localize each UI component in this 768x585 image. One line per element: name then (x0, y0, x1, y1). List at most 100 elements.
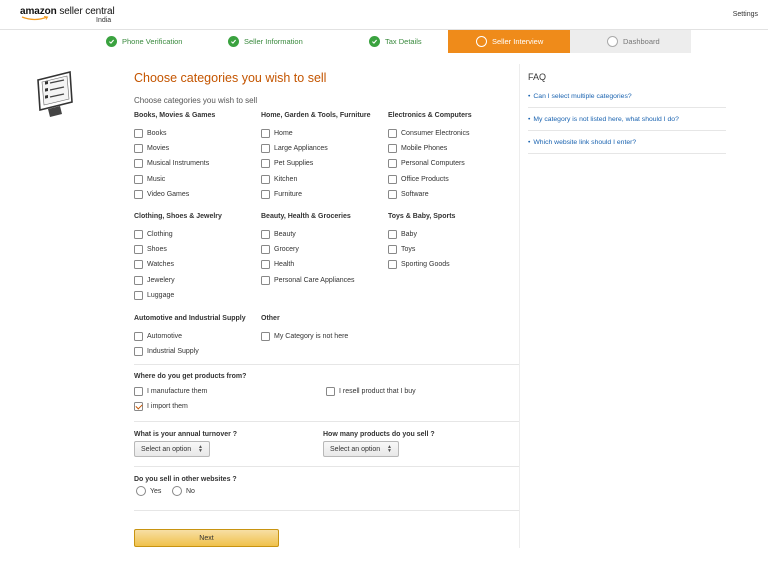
checkbox[interactable] (134, 174, 143, 184)
products-count-select[interactable]: Select an option ▲ ▼ (323, 441, 399, 457)
checkbox[interactable] (134, 275, 143, 285)
category-checkbox-consumer-electronics[interactable]: Consumer Electronics (388, 126, 472, 141)
group-title: Home, Garden & Tools, Furniture (261, 112, 371, 119)
group-title: Toys & Baby, Sports (388, 213, 456, 220)
checkbox[interactable] (388, 189, 397, 199)
step-seller-information[interactable]: Seller Information (208, 30, 341, 53)
faq-item-category-not-listed[interactable]: • My category is not listed here, what sh… (528, 108, 726, 131)
category-group-automotive-industrial: Automotive and Industrial Supply Automot… (134, 315, 246, 359)
group-title: Clothing, Shoes & Jewelry (134, 213, 222, 220)
category-checkbox-jewelery[interactable]: Jewelery (134, 273, 222, 288)
category-checkbox-music[interactable]: Music (134, 172, 215, 187)
checkbox[interactable] (326, 387, 335, 397)
checkbox[interactable] (261, 144, 270, 154)
category-checkbox-my-category-not-here[interactable]: My Category is not here (261, 329, 348, 344)
amazon-seller-central-logo[interactable]: amazon seller central India (20, 6, 115, 24)
current-step-circle-icon (476, 36, 487, 47)
checkbox[interactable] (388, 174, 397, 184)
turnover-select[interactable]: Select an option ▲ ▼ (134, 441, 210, 457)
category-checkbox-beauty[interactable]: Beauty (261, 227, 355, 242)
category-checkbox-watches[interactable]: Watches (134, 257, 222, 272)
pending-step-circle-icon (607, 36, 618, 47)
category-checkbox-sporting-goods[interactable]: Sporting Goods (388, 257, 455, 272)
sourcing-option-manufacture[interactable]: I manufacture them (134, 384, 207, 399)
category-group-beauty-health-groceries: Beauty, Health & Groceries Beauty Grocer… (261, 213, 355, 288)
checkbox[interactable] (134, 332, 143, 342)
checkbox[interactable] (134, 387, 143, 397)
category-checkbox-mobile-phones[interactable]: Mobile Phones (388, 141, 472, 156)
category-group-toys-baby-sports: Toys & Baby, Sports Baby Toys Sporting G… (388, 213, 455, 273)
faq-title: FAQ (528, 72, 547, 82)
category-checkbox-kitchen[interactable]: Kitchen (261, 172, 371, 187)
checkbox[interactable] (134, 189, 143, 199)
checkbox[interactable] (134, 159, 143, 169)
checkbox[interactable] (261, 230, 270, 240)
settings-link[interactable]: Settings (733, 11, 758, 18)
next-button[interactable]: Next (134, 529, 279, 547)
step-dashboard[interactable]: Dashboard (570, 30, 691, 53)
checkbox[interactable] (134, 230, 143, 240)
checkbox[interactable] (261, 129, 270, 139)
step-label: Seller Interview (492, 37, 544, 46)
category-checkbox-clothing[interactable]: Clothing (134, 227, 222, 242)
checkbox[interactable] (134, 245, 143, 255)
category-checkbox-health[interactable]: Health (261, 257, 355, 272)
checkbox[interactable] (261, 189, 270, 199)
checkbox[interactable] (388, 260, 397, 270)
category-checkbox-shoes[interactable]: Shoes (134, 242, 222, 257)
category-checkbox-movies[interactable]: Movies (134, 141, 215, 156)
category-checkbox-personal-computers[interactable]: Personal Computers (388, 156, 472, 171)
radio-no[interactable]: No (172, 486, 195, 496)
checkbox[interactable] (388, 245, 397, 255)
sourcing-option-import[interactable]: I import them (134, 399, 188, 414)
sourcing-option-resell[interactable]: I resell product that I buy (326, 384, 416, 399)
category-checkbox-large-appliances[interactable]: Large Appliances (261, 141, 371, 156)
category-checkbox-automotive[interactable]: Automotive (134, 329, 246, 344)
category-checkbox-office-products[interactable]: Office Products (388, 172, 472, 187)
checkbox[interactable] (261, 159, 270, 169)
category-checkbox-home[interactable]: Home (261, 126, 371, 141)
checkbox[interactable] (134, 347, 143, 357)
category-checkbox-pet-supplies[interactable]: Pet Supplies (261, 156, 371, 171)
checkbox[interactable] (134, 129, 143, 139)
bullet-icon: • (528, 92, 531, 100)
category-checkbox-luggage[interactable]: Luggage (134, 288, 222, 303)
faq-item-multiple-categories[interactable]: • Can I select multiple categories? (528, 85, 726, 108)
page-title: Choose categories you wish to sell (134, 71, 327, 85)
category-checkbox-video-games[interactable]: Video Games (134, 187, 215, 202)
category-checkbox-books[interactable]: Books (134, 126, 215, 141)
category-checkbox-industrial-supply[interactable]: Industrial Supply (134, 344, 246, 359)
checkbox[interactable] (261, 260, 270, 270)
checkbox[interactable] (261, 275, 270, 285)
category-checkbox-toys[interactable]: Toys (388, 242, 455, 257)
checkbox[interactable] (261, 245, 270, 255)
checkbox[interactable] (388, 159, 397, 169)
checkbox[interactable] (388, 144, 397, 154)
section-divider (134, 364, 519, 365)
registration-stepper: Phone Verification Seller Information Ta… (78, 30, 691, 53)
step-seller-interview[interactable]: Seller Interview (448, 30, 570, 53)
checkbox[interactable] (388, 230, 397, 240)
checkbox[interactable] (261, 174, 270, 184)
step-phone-verification[interactable]: Phone Verification (78, 30, 208, 53)
column-divider (519, 64, 520, 548)
radio-yes[interactable]: Yes (136, 486, 161, 496)
category-checkbox-software[interactable]: Software (388, 187, 472, 202)
checkbox[interactable] (388, 129, 397, 139)
radio-button[interactable] (136, 486, 146, 496)
faq-item-website-link[interactable]: • Which website link should I enter? (528, 131, 726, 154)
category-checkbox-musical-instruments[interactable]: Musical Instruments (134, 156, 215, 171)
checkbox-checked[interactable] (134, 402, 143, 412)
category-checkbox-furniture[interactable]: Furniture (261, 187, 371, 202)
category-checkbox-personal-care-appliances[interactable]: Personal Care Appliances (261, 273, 355, 288)
checkbox[interactable] (261, 332, 270, 342)
checkbox[interactable] (134, 290, 143, 300)
section-divider (134, 421, 519, 422)
section-divider (134, 466, 519, 467)
checkbox[interactable] (134, 260, 143, 270)
checkbox[interactable] (134, 144, 143, 154)
category-checkbox-grocery[interactable]: Grocery (261, 242, 355, 257)
radio-button[interactable] (172, 486, 182, 496)
category-checkbox-baby[interactable]: Baby (388, 227, 455, 242)
step-tax-details[interactable]: Tax Details (341, 30, 448, 53)
